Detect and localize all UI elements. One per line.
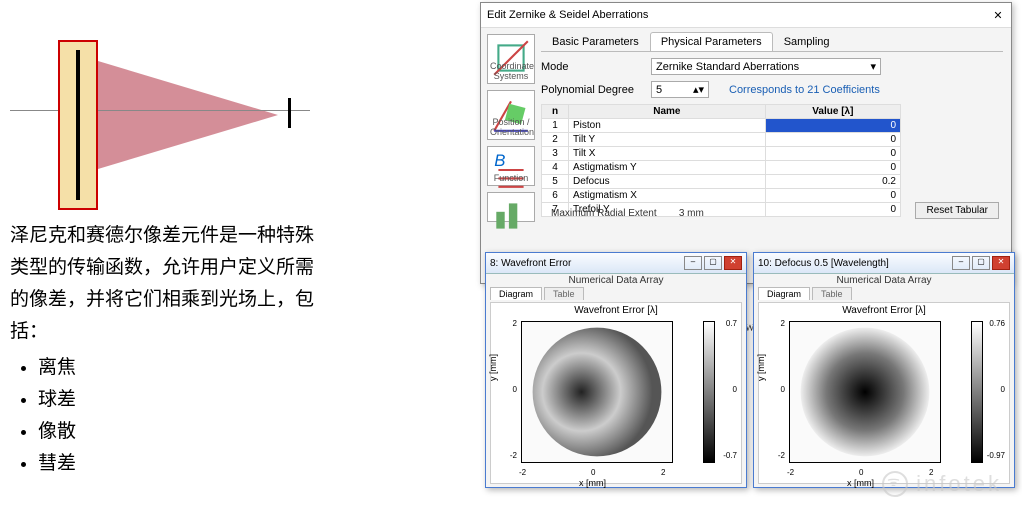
maximize-icon[interactable]: ▢ [704,256,722,270]
degree-label: Polynomial Degree [541,84,651,96]
tab-physical[interactable]: Physical Parameters [650,32,773,51]
minimize-icon[interactable]: – [952,256,970,270]
list-item: 离焦 [38,352,330,384]
coefficients-link[interactable]: Corresponds to 21 Coefficients [729,84,880,96]
close-icon[interactable]: ✕ [992,256,1010,270]
close-icon[interactable]: ✕ [991,9,1005,22]
wavefront-window-1: 8: Wavefront Error –▢✕ Numerical Data Arr… [485,252,747,488]
tab-basic[interactable]: Basic Parameters [541,32,650,51]
optics-diagram [10,20,320,220]
table-row: 2Tilt Y0 [542,133,901,147]
table-row: 4Astigmatism Y0 [542,161,901,175]
close-icon[interactable]: ✕ [724,256,742,270]
mode-label: Mode [541,61,651,73]
list-item: 彗差 [38,448,330,480]
aberration-list: 离焦 球差 像散 彗差 [10,352,330,480]
maximize-icon[interactable]: ▢ [972,256,990,270]
table-row: 5Defocus0.2 [542,175,901,189]
spinner-icon: ▴▾ [693,83,704,96]
table-row: 6Astigmatism X0 [542,189,901,203]
window-subtitle: Numerical Data Array [486,274,746,287]
tab-diagram[interactable]: Diagram [758,287,810,300]
plot-area: Wavefront Error [λ] 2 0 -2 -2 0 2 0.76 0… [758,302,1010,484]
sidebar-item-extra[interactable] [487,192,535,222]
wechat-icon [882,471,908,497]
wavefront-window-2: 10: Defocus 0.5 [Wavelength] –▢✕ Numerica… [753,252,1015,488]
svg-text:B: B [494,151,505,170]
tab-bar: Basic Parameters Physical Parameters Sam… [541,32,1003,52]
window-subtitle: Numerical Data Array [754,274,1014,287]
description-paragraph: 泽尼克和赛德尔像差元件是一种特殊类型的传输函数，允许用户定义所需的像差，并将它们… [10,220,330,348]
window-title: 10: Defocus 0.5 [Wavelength] [758,258,889,269]
table-row: 3Tilt X0 [542,147,901,161]
table-row: 1Piston0 [542,119,901,133]
tab-sampling[interactable]: Sampling [773,32,841,51]
reset-button[interactable]: Reset Tabular [915,202,999,219]
sidebar-item-coordinate[interactable]: Coordinate Systems [487,34,535,84]
window-title: 8: Wavefront Error [490,258,571,269]
dialog-title: Edit Zernike & Seidel Aberrations [487,9,648,21]
mode-combo[interactable]: Zernike Standard Aberrations▾ [651,58,881,75]
tab-diagram[interactable]: Diagram [490,287,542,300]
minimize-icon[interactable]: – [684,256,702,270]
degree-spinner[interactable]: 5▴▾ [651,81,709,98]
plot-area: Wavefront Error [λ] 2 0 -2 -2 0 2 0.7 0 … [490,302,742,484]
list-item: 球差 [38,384,330,416]
coefficients-table[interactable]: nNameValue [λ] 1Piston0 2Tilt Y0 3Tilt X… [541,104,901,217]
chevron-down-icon: ▾ [870,60,876,73]
edit-aberrations-dialog: Edit Zernike & Seidel Aberrations ✕ Coor… [480,2,1012,284]
list-item: 像散 [38,416,330,448]
sidebar-item-function[interactable]: BFunction [487,146,535,186]
tab-table[interactable]: Table [544,287,584,300]
tab-table[interactable]: Table [812,287,852,300]
watermark: infotek [882,471,1002,497]
description-text: 泽尼克和赛德尔像差元件是一种特殊类型的传输函数，允许用户定义所需的像差，并将它们… [10,220,330,480]
sidebar-item-position[interactable]: Position / Orientation [487,90,535,140]
